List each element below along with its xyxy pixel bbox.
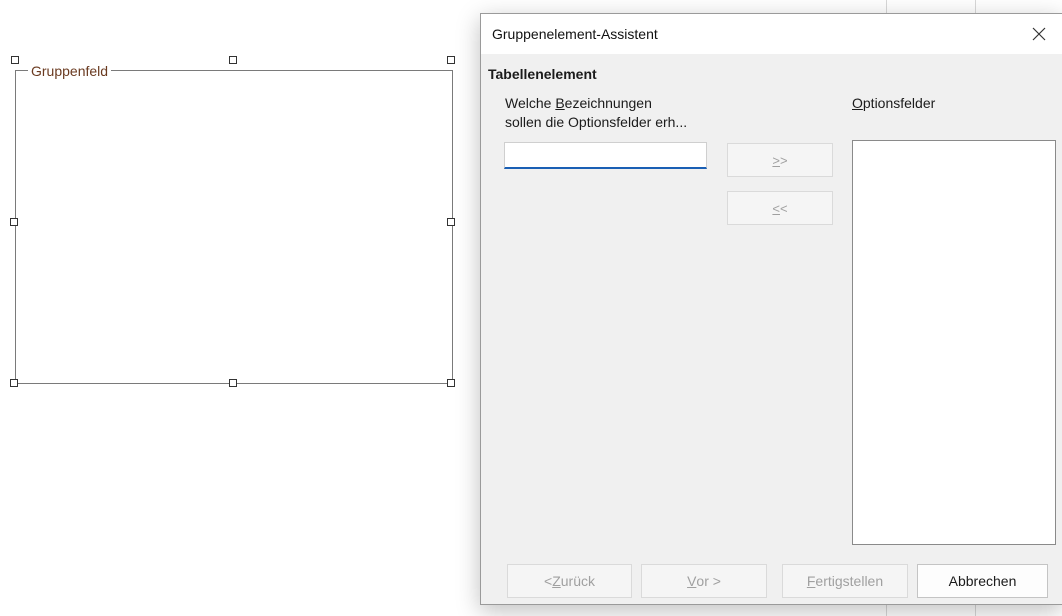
group-box-label: Gruppenfeld [28, 63, 112, 79]
options-listbox[interactable] [852, 140, 1056, 545]
group-element-wizard-dialog: Gruppenelement-Assistent Tabellenelement… [480, 13, 1062, 605]
option-name-input[interactable] [504, 142, 707, 169]
close-icon [1032, 27, 1046, 41]
prompt-line-1: Welche Bezeichnungen [505, 95, 652, 111]
add-option-button[interactable]: > > [727, 143, 833, 177]
label-names-prompt: Welche Bezeichnungen sollen die Optionsf… [505, 94, 715, 132]
options-list-label: Optionsfelder [852, 95, 936, 111]
selection-handle-top-right[interactable] [447, 56, 455, 64]
back-button[interactable]: < Zurück [507, 564, 632, 598]
selection-handle-top-center[interactable] [229, 56, 237, 64]
next-button[interactable]: Vor > [641, 564, 767, 598]
section-title: Tabellenelement [488, 66, 597, 82]
remove-option-button[interactable]: < < [727, 191, 833, 225]
selection-handle-middle-left[interactable] [10, 218, 18, 226]
selection-handle-bottom-right[interactable] [447, 379, 455, 387]
dialog-title: Gruppenelement-Assistent [492, 26, 658, 42]
selection-handle-bottom-left[interactable] [10, 379, 18, 387]
dialog-titlebar: Gruppenelement-Assistent [481, 14, 1062, 54]
close-button[interactable] [1016, 14, 1062, 54]
selection-handle-top-left[interactable] [11, 56, 19, 64]
prompt-line-2: sollen die Optionsfelder erh... [505, 114, 688, 130]
group-box-control[interactable] [15, 70, 453, 384]
selection-handle-bottom-center[interactable] [229, 379, 237, 387]
cancel-button[interactable]: Abbrechen [917, 564, 1048, 598]
selection-handle-middle-right[interactable] [447, 218, 455, 226]
finish-button[interactable]: Fertigstellen [782, 564, 908, 598]
